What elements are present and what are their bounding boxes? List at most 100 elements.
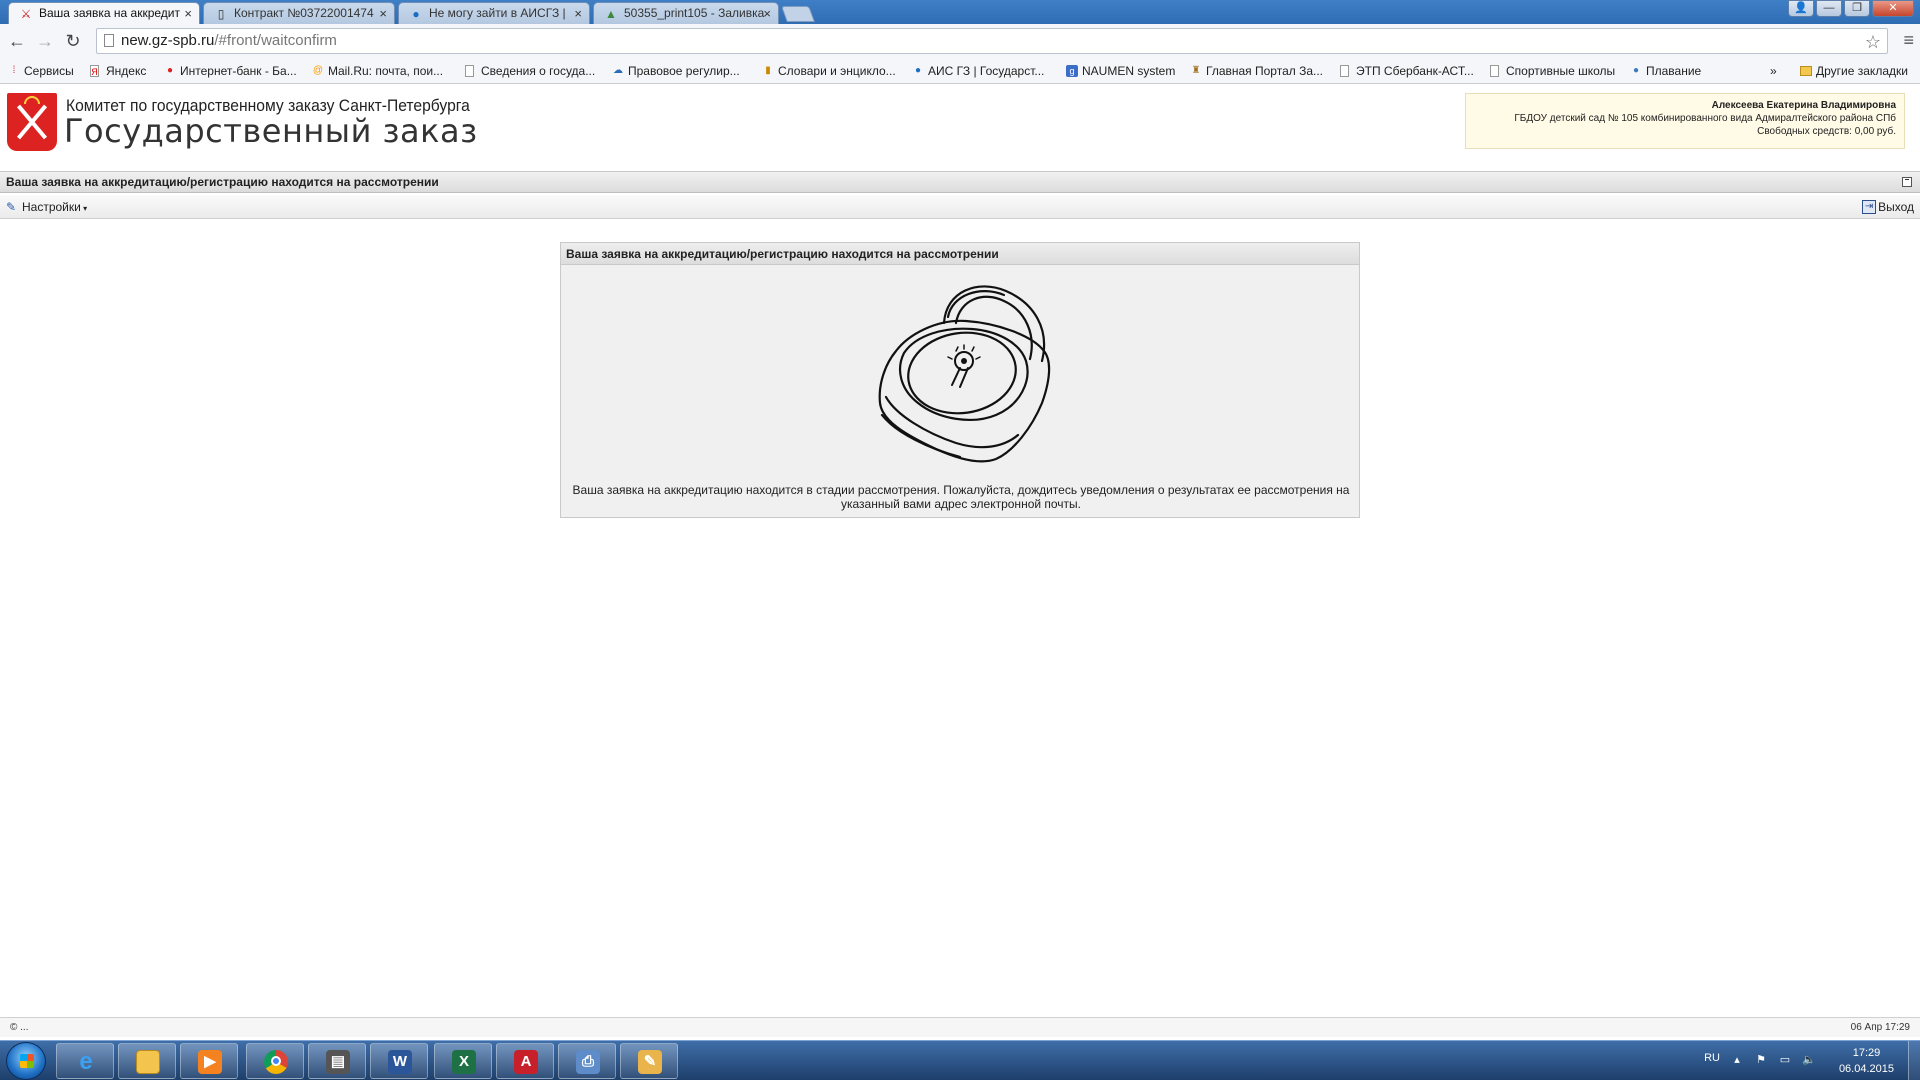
taskbar-ie[interactable]: e: [56, 1043, 114, 1079]
forward-icon[interactable]: →: [34, 30, 56, 52]
taskbar-word[interactable]: W: [370, 1043, 428, 1079]
taskbar-paint[interactable]: ✎: [620, 1043, 678, 1079]
folder-icon: [1800, 66, 1812, 76]
bookmark-label: NAUMEN system: [1082, 64, 1176, 78]
bookmark-sberbank-ast[interactable]: ЭТП Сбербанк-АСТ...: [1340, 63, 1474, 79]
cloud-icon: ☁: [613, 65, 623, 76]
clock-date: 06.04.2015: [1838, 1063, 1894, 1075]
user-icon[interactable]: 👤: [1788, 0, 1814, 17]
tab-print[interactable]: ▲ 50355_print105 - Заливка ×: [593, 2, 779, 24]
taskbar-clock[interactable]: 17:29 06.04.2015: [1839, 1045, 1894, 1077]
bookmarks-overflow-button[interactable]: »: [1770, 63, 1777, 79]
tab-application[interactable]: ⚔ Ваша заявка на аккредит ×: [8, 2, 200, 24]
excel-icon: X: [452, 1050, 476, 1074]
language-indicator[interactable]: RU: [1704, 1052, 1720, 1064]
close-icon[interactable]: ×: [574, 3, 582, 24]
site-name: Государственный заказ: [64, 112, 478, 150]
bookmark-label: Правовое регулир...: [628, 64, 740, 78]
maximize-button[interactable]: ❐: [1844, 0, 1870, 17]
menu-icon[interactable]: ≡: [1903, 30, 1914, 51]
app-header: Комитет по государственному заказу Санкт…: [0, 85, 1920, 169]
other-bookmarks[interactable]: Другие закладки: [1800, 63, 1908, 79]
acrobat-icon: A: [514, 1050, 538, 1074]
close-icon[interactable]: ×: [379, 3, 387, 24]
bookmark-label: Спортивные школы: [1506, 64, 1616, 78]
eagle-icon: ♜: [1191, 65, 1201, 76]
back-icon[interactable]: ←: [6, 30, 28, 52]
ie-icon: e: [79, 1048, 93, 1075]
start-button[interactable]: [6, 1042, 46, 1080]
bookmark-swimming[interactable]: ● Плавание: [1630, 63, 1701, 79]
explorer-icon: [136, 1050, 160, 1074]
bookmark-dictionaries[interactable]: ▮ Словари и энцикло...: [762, 63, 896, 79]
taskbar-excel[interactable]: X: [434, 1043, 492, 1079]
tab-forum[interactable]: ● Не могу зайти в АИСГЗ | ×: [398, 2, 590, 24]
bookmark-bank[interactable]: ● Интернет-банк - Ба...: [164, 63, 297, 79]
bookmark-services[interactable]: ⁞ Сервисы: [8, 63, 74, 79]
chrome-icon: [264, 1050, 288, 1074]
address-bar[interactable]: new.gz-spb.ru/#front/waitconfirm ☆: [96, 28, 1888, 54]
close-window-button[interactable]: ✕: [1872, 0, 1914, 17]
bookmark-aisgz[interactable]: ● АИС ГЗ | Государст...: [912, 63, 1044, 79]
close-icon[interactable]: ×: [763, 3, 771, 24]
app-toolbar: ✎ Настройки ▾ ⇥ Выход: [0, 195, 1920, 219]
taskbar-acrobat[interactable]: A: [496, 1043, 554, 1079]
bank-icon: ●: [166, 65, 174, 76]
taskbar-scanner[interactable]: ⎙: [558, 1043, 616, 1079]
bookmark-mailru[interactable]: @ Mail.Ru: почта, пои...: [312, 63, 443, 79]
settings-menu-button[interactable]: ✎ Настройки ▾: [6, 200, 87, 216]
url-path: /#front/waitconfirm: [214, 32, 337, 49]
user-funds: Свободных средств: 0,00 руб.: [1757, 126, 1896, 137]
taskbar-printer[interactable]: ▤: [308, 1043, 366, 1079]
bookmark-portal[interactable]: ♜ Главная Портал За...: [1190, 63, 1324, 79]
bookmark-naumen[interactable]: g NAUMEN system: [1066, 63, 1175, 79]
bookmark-star-icon[interactable]: ☆: [1865, 30, 1881, 54]
user-name: Алексеева Екатерина Владимировна: [1711, 100, 1896, 111]
taskbar-explorer[interactable]: [118, 1043, 176, 1079]
taskbar-chrome[interactable]: [246, 1043, 304, 1079]
bookmark-legal[interactable]: ☁ Правовое регулир...: [612, 63, 740, 79]
app-status-bar: © ... 06 Апр 17:29: [0, 1017, 1920, 1037]
settings-label: Настройки: [22, 200, 81, 214]
show-hidden-icons-icon[interactable]: ▴: [1730, 1054, 1744, 1067]
collapse-icon[interactable]: [1902, 177, 1912, 187]
bookmark-gov-info[interactable]: Сведения о госуда...: [465, 63, 595, 79]
network-icon[interactable]: ▭: [1778, 1054, 1792, 1067]
new-tab-button[interactable]: [781, 6, 815, 22]
logout-button[interactable]: ⇥ Выход: [1862, 200, 1914, 214]
tab-contract[interactable]: ▯ Контракт №03722001474 ×: [203, 2, 395, 24]
wrench-icon: ✎: [6, 200, 17, 214]
bookmark-label: АИС ГЗ | Государст...: [928, 64, 1045, 78]
system-tray: RU ▴ ⚑ ▭ 🔈 17:29 06.04.2015: [1660, 1041, 1920, 1080]
url-host: new.gz-spb.ru: [121, 32, 215, 49]
globe-icon: ●: [412, 7, 420, 21]
reload-icon[interactable]: ↻: [62, 30, 84, 52]
mailru-icon: @: [312, 65, 324, 76]
bookmarks-bar: ⁞ Сервисы Я Яндекс ● Интернет-банк - Ба.…: [0, 58, 1920, 84]
naumen-icon: g: [1066, 65, 1078, 77]
browser-toolbar: ← → ↻ new.gz-spb.ru/#front/waitconfirm ☆…: [0, 24, 1920, 58]
status-datetime: 06 Апр 17:29: [1850, 1022, 1910, 1033]
window-title-bar: Ваша заявка на аккредитацию/регистрацию …: [0, 171, 1920, 193]
bookmark-label: Словари и энцикло...: [778, 64, 896, 78]
minimize-button[interactable]: —: [1816, 0, 1842, 17]
spb-emblem-icon[interactable]: [7, 93, 57, 151]
apps-grid-icon: ⁞: [12, 65, 16, 76]
bookmark-yandex[interactable]: Я Яндекс: [90, 63, 146, 79]
taskbar-media-player[interactable]: ▶: [180, 1043, 238, 1079]
action-center-flag-icon[interactable]: ⚑: [1754, 1054, 1768, 1067]
user-organization: ГБДОУ детский сад № 105 комбинированного…: [1514, 113, 1896, 124]
yandex-icon: Я: [90, 65, 99, 77]
media-player-icon: ▶: [198, 1050, 222, 1074]
page-icon: [104, 34, 114, 47]
logout-label: Выход: [1878, 200, 1914, 214]
drive-icon: ▲: [605, 7, 617, 21]
volume-icon[interactable]: 🔈: [1802, 1054, 1816, 1067]
close-icon[interactable]: ×: [184, 3, 192, 24]
bookmark-label: Плавание: [1646, 64, 1702, 78]
bookmark-sport-schools[interactable]: Спортивные школы: [1490, 63, 1615, 79]
bookmark-label: Другие закладки: [1816, 64, 1908, 78]
show-desktop-button[interactable]: [1908, 1041, 1920, 1080]
page-icon: ▯: [217, 7, 225, 21]
clock-time: 17:29: [1852, 1047, 1881, 1059]
